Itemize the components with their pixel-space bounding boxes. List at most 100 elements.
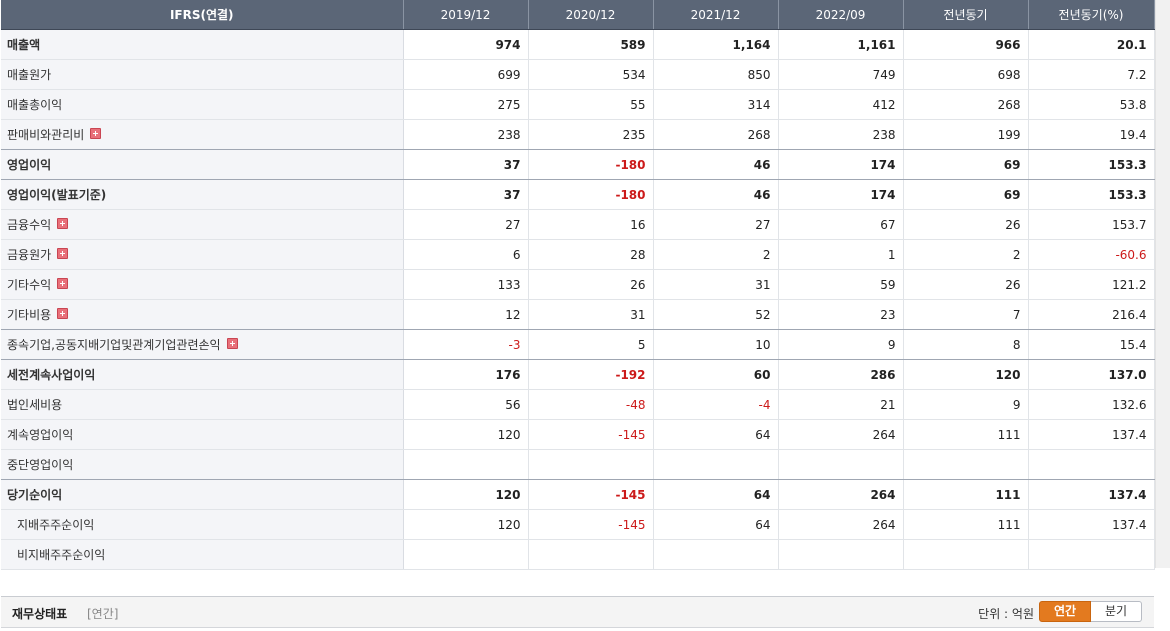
value-cell: 2 (653, 239, 779, 270)
value-cell (903, 539, 1029, 570)
tab-annual[interactable]: 연간 (1039, 601, 1091, 622)
value-cell: 268 (653, 119, 779, 150)
tab-quarter[interactable]: 분기 (1091, 601, 1142, 622)
balance-sheet-header: 재무상태표 [연간] 단위 : 억원 연간 분기 (1, 596, 1154, 628)
value-cell: 120 (903, 359, 1029, 390)
value-cell: 120 (403, 509, 529, 540)
value-cell: 20.1 (1028, 29, 1155, 60)
value-cell: 137.4 (1028, 479, 1155, 510)
value-cell: 120 (403, 419, 529, 450)
value-cell (653, 449, 779, 480)
value-cell: 23 (778, 299, 904, 330)
value-cell: 264 (778, 509, 904, 540)
value-cell: 238 (403, 119, 529, 150)
table-row: 기타비용 12 31 52 23 7 216.4 (1, 299, 1155, 330)
value-cell: 7 (903, 299, 1029, 330)
row-label: 종속기업,공동지배기업및관계기업관련손익 (7, 338, 221, 352)
expand-plus-icon[interactable] (226, 338, 238, 349)
table-row: 매출액 974 589 1,164 1,161 966 20.1 (1, 29, 1155, 60)
value-cell: 121.2 (1028, 269, 1155, 300)
section-title: 재무상태표 (12, 607, 68, 621)
value-cell: 21 (778, 389, 904, 420)
value-cell: -60.6 (1028, 239, 1155, 270)
expand-plus-icon[interactable] (57, 308, 69, 319)
expand-plus-icon[interactable] (57, 248, 69, 259)
value-cell: 153.3 (1028, 179, 1155, 210)
value-cell: -145 (528, 479, 654, 510)
value-cell: 1,164 (653, 29, 779, 60)
row-label-cell: 매출액 (1, 29, 404, 60)
value-cell: 69 (903, 149, 1029, 180)
value-cell: 69 (903, 179, 1029, 210)
expand-plus-icon[interactable] (90, 128, 102, 139)
row-label: 영업이익(발표기준) (7, 188, 107, 202)
row-label-cell: 법인세비용 (1, 389, 404, 420)
value-cell: 53.8 (1028, 89, 1155, 120)
value-cell: -180 (528, 179, 654, 210)
row-label: 세전계속사업이익 (7, 368, 96, 382)
expand-plus-icon[interactable] (57, 278, 69, 289)
value-cell: -145 (528, 509, 654, 540)
value-cell: 37 (403, 179, 529, 210)
value-cell: 120 (403, 479, 529, 510)
value-cell: 5 (528, 329, 654, 360)
table-row: 판매비와관리비 238 235 268 238 199 19.4 (1, 119, 1155, 150)
row-label-cell: 계속영업이익 (1, 419, 404, 450)
value-cell: 589 (528, 29, 654, 60)
value-cell: 55 (528, 89, 654, 120)
value-cell: 216.4 (1028, 299, 1155, 330)
value-cell: 238 (778, 119, 904, 150)
value-cell: 15.4 (1028, 329, 1155, 360)
table-header-row: IFRS(연결) 2019/12 2020/12 2021/12 2022/09… (1, 0, 1155, 30)
table-row: 비지배주주순이익 (1, 539, 1155, 570)
vertical-scrollbar[interactable] (1155, 0, 1170, 568)
value-cell: 137.0 (1028, 359, 1155, 390)
value-cell: 153.3 (1028, 149, 1155, 180)
value-cell: 12 (403, 299, 529, 330)
header-2020-12: 2020/12 (528, 0, 654, 30)
expand-plus-icon[interactable] (57, 218, 69, 229)
table-row: 당기순이익 120 -145 64 264 111 137.4 (1, 479, 1155, 510)
value-cell: 412 (778, 89, 904, 120)
value-cell: 974 (403, 29, 529, 60)
row-label-cell: 지배주주순이익 (1, 509, 404, 540)
value-cell: -48 (528, 389, 654, 420)
value-cell: 698 (903, 59, 1029, 90)
value-cell: 275 (403, 89, 529, 120)
table-row: 금융원가 6 28 2 1 2 -60.6 (1, 239, 1155, 270)
table-row: 종속기업,공동지배기업및관계기업관련손익 -3 5 10 9 8 15.4 (1, 329, 1155, 360)
value-cell: 26 (903, 269, 1029, 300)
row-label-cell: 매출원가 (1, 59, 404, 90)
table-row: 매출총이익 275 55 314 412 268 53.8 (1, 89, 1155, 120)
value-cell: 1,161 (778, 29, 904, 60)
row-label: 판매비와관리비 (7, 128, 85, 142)
header-prev-period-pct: 전년동기(%) (1028, 0, 1155, 30)
value-cell: 176 (403, 359, 529, 390)
value-cell: 137.4 (1028, 419, 1155, 450)
table-row: 영업이익(발표기준) 37 -180 46 174 69 153.3 (1, 179, 1155, 210)
value-cell: 64 (653, 419, 779, 450)
value-cell: 46 (653, 179, 779, 210)
value-cell: 111 (903, 509, 1029, 540)
value-cell: 153.7 (1028, 209, 1155, 240)
table-row: 중단영업이익 (1, 449, 1155, 480)
value-cell: 19.4 (1028, 119, 1155, 150)
period-tabs: 연간 분기 (1039, 601, 1142, 622)
header-ifrs: IFRS(연결) (1, 0, 404, 30)
value-cell: 2 (903, 239, 1029, 270)
row-label: 매출총이익 (7, 98, 63, 112)
row-label-cell: 판매비와관리비 (1, 119, 404, 150)
value-cell (528, 539, 654, 570)
value-cell: 67 (778, 209, 904, 240)
table-row: 지배주주순이익 120 -145 64 264 111 137.4 (1, 509, 1155, 540)
row-label: 계속영업이익 (7, 428, 74, 442)
value-cell: 7.2 (1028, 59, 1155, 90)
value-cell: 28 (528, 239, 654, 270)
section-period: [연간] (87, 607, 119, 621)
value-cell: 111 (903, 419, 1029, 450)
value-cell: -145 (528, 419, 654, 450)
value-cell (528, 449, 654, 480)
value-cell: 27 (403, 209, 529, 240)
value-cell: 60 (653, 359, 779, 390)
value-cell: -180 (528, 149, 654, 180)
